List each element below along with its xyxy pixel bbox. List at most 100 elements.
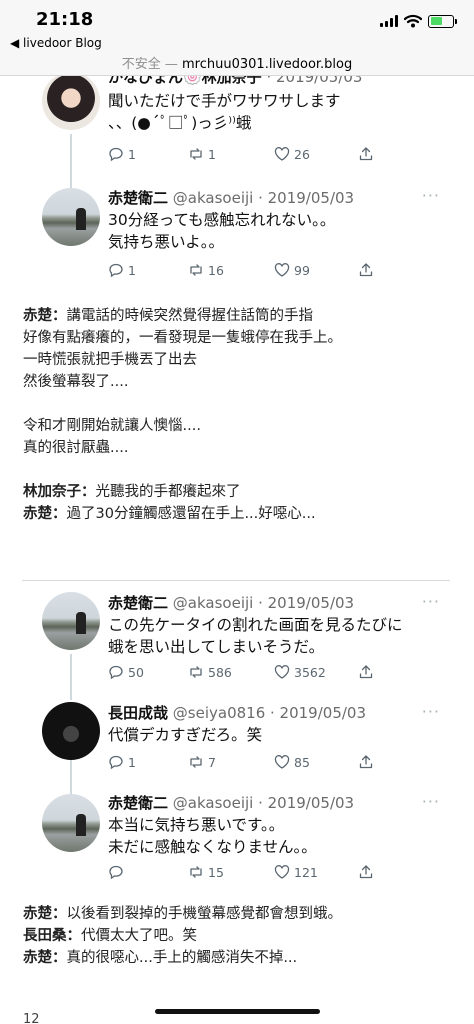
prose-text: 代價太大了吧。笑 [81, 928, 197, 944]
retweet-button[interactable]: 16 [188, 262, 224, 278]
prose-line: 然後螢幕裂了.... [23, 371, 453, 393]
retweet-icon [190, 148, 202, 160]
retweet-count: 15 [208, 864, 224, 880]
retweet-button[interactable]: 586 [188, 664, 232, 680]
home-indicator[interactable] [155, 1009, 320, 1014]
reply-button[interactable]: 50 [108, 664, 144, 680]
embedded-tweet-card[interactable]: かなぴょん🍥林加奈子 · 2019/05/03 聞いただけで手がワサワサします … [26, 76, 450, 288]
prose-text: 真的很噁心...手上的觸感消失不掉... [66, 950, 298, 966]
tweet[interactable]: かなぴょん🍥林加奈子 · 2019/05/03 聞いただけで手がワサワサします … [26, 76, 450, 174]
retweet-button[interactable]: 1 [188, 146, 216, 162]
speaker-label: 長田桑： [23, 928, 81, 944]
share-icon [359, 665, 373, 679]
tweet[interactable]: ··· 赤楚衛二 @akasoeiji · 2019/05/03 30分経っても… [26, 182, 450, 288]
back-to-app-link[interactable]: ◀ livedoor Blog [10, 36, 102, 50]
tweet-header: かなぴょん🍥林加奈子 · 2019/05/03 [108, 76, 362, 87]
prose-line: 赤楚：講電話的時候突然覺得握住話筒的手指 [23, 305, 453, 327]
tweet-line: この先ケータイの割れた画面を見るたびに [108, 616, 403, 634]
battery-icon [428, 14, 457, 28]
tweet-author-name[interactable]: 長田成哉 [108, 704, 168, 722]
tweet-header: 赤楚衛二 @akasoeiji · 2019/05/03 [108, 187, 354, 208]
reply-button[interactable]: 1 [108, 754, 136, 770]
avatar[interactable] [42, 794, 100, 852]
like-button[interactable]: 99 [274, 262, 310, 278]
more-icon[interactable]: ··· [422, 792, 440, 811]
like-count: 121 [294, 864, 318, 880]
tweet-text: 本当に気持ち悪いです。。 未だに感触なくなりません。。 [108, 814, 317, 858]
prose-text: 一時慌張就把手機丟了出去 [23, 352, 197, 368]
tweet-text: この先ケータイの割れた画面を見るたびに 蛾を思い出してしまいそうだ。 [108, 614, 403, 658]
like-button[interactable]: 85 [274, 754, 310, 770]
retweet-button[interactable]: 7 [188, 754, 216, 770]
address-field[interactable]: 不安全 — mrchuu0301.livedoor.blog [0, 53, 474, 72]
like-button[interactable]: 3562 [274, 664, 326, 680]
prose-text: 過了30分鐘觸感還留在手上...好噁心... [66, 506, 316, 522]
tweet-line: 気持ち悪いよ。。 [108, 233, 224, 251]
retweet-button[interactable]: 15 [188, 864, 224, 880]
article-text-block: 赤楚：講電話的時候突然覺得握住話筒的手指 好像有點癢癢的，一看發現是一隻蛾停在我… [23, 305, 453, 525]
tweet-line: 30分経っても感触忘れれない。。 [108, 211, 336, 229]
tweet-meta: @akasoeiji · 2019/05/03 [172, 189, 355, 207]
share-button[interactable] [358, 754, 374, 770]
share-button[interactable] [358, 146, 374, 162]
embedded-tweet-card[interactable]: ··· 赤楚衛二 @akasoeiji · 2019/05/03 この先ケータイ… [26, 584, 450, 886]
like-count: 85 [294, 754, 310, 770]
tweet-header: 長田成哉 @seiya0816 · 2019/05/03 [108, 702, 366, 723]
tweet-author-name[interactable]: 赤楚衛二 [108, 594, 168, 612]
more-icon[interactable]: ··· [422, 592, 440, 611]
prose-line: 令和才剛開始就讓人懊惱.... [23, 415, 453, 437]
like-icon [274, 865, 290, 879]
reply-button[interactable]: 1 [108, 262, 136, 278]
reply-button[interactable]: 1 [108, 146, 136, 162]
prose-line [23, 393, 453, 415]
reply-count: 1 [128, 146, 136, 162]
reply-count: 1 [128, 754, 136, 770]
share-button[interactable] [358, 262, 374, 278]
share-button[interactable] [358, 864, 374, 880]
more-icon[interactable]: ··· [422, 186, 440, 205]
page-number: 12 [23, 1012, 40, 1024]
prose-text: 以後看到裂掉的手機螢幕感覺都會想到蛾。 [66, 906, 343, 922]
avatar[interactable] [42, 702, 100, 760]
share-icon [359, 755, 373, 769]
share-icon [359, 865, 373, 879]
status-time: 21:18 [36, 9, 94, 30]
wifi-icon [404, 14, 422, 28]
tweet[interactable]: ··· 赤楚衛二 @akasoeiji · 2019/05/03 この先ケータイ… [26, 590, 450, 700]
avatar[interactable] [42, 592, 100, 650]
prose-text: 令和才剛開始就讓人懊惱.... [23, 418, 201, 434]
browser-url-bar[interactable]: ◀ livedoor Blog 不安全 — mrchuu0301.livedoo… [0, 36, 474, 76]
prose-line: 真的很討厭蟲.... [23, 437, 453, 459]
avatar[interactable] [42, 76, 100, 130]
like-icon [274, 755, 290, 769]
tweet-author-name[interactable]: 赤楚衛二 [108, 189, 168, 207]
retweet-icon [190, 264, 202, 276]
tweet-author-name[interactable]: かなぴょん🍥林加奈子 [108, 76, 262, 86]
status-icons [380, 14, 457, 28]
like-button[interactable]: 26 [274, 146, 310, 162]
like-count: 26 [294, 146, 310, 162]
prose-line: 林加奈子：光聽我的手都癢起來了 [23, 481, 453, 503]
divider [22, 580, 450, 581]
prose-line: 一時慌張就把手機丟了出去 [23, 349, 453, 371]
reply-icon [109, 147, 123, 162]
tweet-author-name[interactable]: 赤楚衛二 [108, 794, 168, 812]
like-button[interactable]: 121 [274, 864, 318, 880]
reply-icon [109, 665, 123, 680]
tweet-meta: @akasoeiji · 2019/05/03 [172, 594, 355, 612]
insecure-label: 不安全 — [121, 57, 178, 72]
avatar[interactable] [42, 188, 100, 246]
tweet-line: 蛾を思い出してしまいそうだ。 [108, 638, 325, 656]
more-icon[interactable]: ··· [422, 702, 440, 721]
share-button[interactable] [358, 664, 374, 680]
tweet[interactable]: ··· 赤楚衛二 @akasoeiji · 2019/05/03 本当に気持ち悪… [26, 790, 450, 900]
like-count: 3562 [294, 664, 326, 680]
like-icon [274, 665, 290, 679]
tweet-text: 代償デカすぎだろ。笑 [108, 724, 262, 746]
tweet-meta: @seiya0816 · 2019/05/03 [172, 704, 367, 722]
prose-line: 長田桑：代價太大了吧。笑 [23, 925, 453, 947]
retweet-icon [190, 666, 202, 678]
tweet-meta: · 2019/05/03 [266, 76, 363, 86]
reply-button[interactable] [108, 864, 128, 880]
signal-icon [380, 15, 398, 27]
